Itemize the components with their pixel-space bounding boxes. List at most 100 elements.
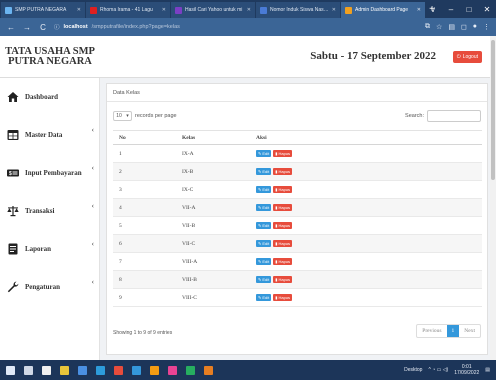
- pagination-current-page[interactable]: 1: [446, 325, 460, 337]
- column-header-kelas[interactable]: Kelas: [176, 130, 250, 145]
- search-input[interactable]: [427, 110, 481, 122]
- close-tab-icon[interactable]: ✕: [77, 7, 81, 13]
- trash-icon: ▮: [275, 151, 278, 156]
- windows-icon[interactable]: [6, 365, 15, 375]
- app-icon[interactable]: [168, 365, 177, 375]
- sidebar: Dashboard Master Data ‹ $ Input Pembayar…: [0, 78, 100, 360]
- close-tab-icon[interactable]: ✕: [332, 7, 336, 13]
- delete-button[interactable]: ▮ Hapus: [273, 258, 293, 265]
- edit-button[interactable]: ✎ Edit: [256, 276, 272, 283]
- app-icon[interactable]: [96, 365, 105, 375]
- sidebar-item-transaksi[interactable]: Transaksi ‹: [0, 192, 100, 230]
- delete-button[interactable]: ▮ Hapus: [273, 276, 293, 283]
- records-per-page-select[interactable]: 10 ▾: [113, 111, 132, 121]
- app-icon[interactable]: [150, 365, 159, 375]
- forward-icon[interactable]: →: [22, 23, 32, 32]
- delete-button[interactable]: ▮ Hapus: [273, 150, 293, 157]
- sidebar-item-pengaturan[interactable]: Pengaturan ‹: [0, 268, 100, 306]
- sidebar-item-input-pembayaran[interactable]: $ Input Pembayaran ‹: [0, 154, 100, 192]
- column-header-no[interactable]: No: [113, 130, 176, 145]
- delete-button[interactable]: ▮ Hapus: [273, 222, 293, 229]
- browser-tab[interactable]: Nomor Induk Siswa Nasional ✕: [256, 2, 340, 18]
- maximize-icon[interactable]: □: [460, 0, 478, 18]
- back-icon[interactable]: ←: [6, 23, 16, 32]
- browser-tab[interactable]: Rhoma Irama - 41 Lagu ✕: [86, 2, 170, 18]
- delete-button[interactable]: ▮ Hapus: [273, 240, 293, 247]
- table-row: 9 VIII-C ✎ Edit ▮ Hapus: [113, 288, 482, 307]
- notification-icon[interactable]: ▤: [485, 367, 490, 373]
- favicon-icon: [345, 6, 352, 14]
- trash-icon: ▮: [275, 223, 278, 228]
- scrollbar-thumb[interactable]: [491, 40, 495, 180]
- table-row: 7 VIII-A ✎ Edit ▮ Hapus: [113, 252, 482, 271]
- tab-search-icon[interactable]: v: [424, 0, 442, 18]
- profile-icon[interactable]: ●: [473, 23, 477, 31]
- cell-kelas: IX-A: [176, 144, 250, 163]
- edit-button[interactable]: ✎ Edit: [256, 186, 272, 193]
- site-info-icon[interactable]: ⓘ: [54, 23, 60, 31]
- side-panel-icon[interactable]: ◻: [461, 23, 467, 31]
- edit-button[interactable]: ✎ Edit: [256, 204, 272, 211]
- reading-list-icon[interactable]: ▤: [448, 23, 455, 31]
- edit-label: Edit: [262, 169, 270, 174]
- clock-date: 17/09/2022: [454, 370, 480, 376]
- share-icon[interactable]: ⧉: [425, 23, 430, 31]
- close-tab-icon[interactable]: ✕: [247, 7, 251, 13]
- reload-icon[interactable]: C: [38, 23, 48, 32]
- logout-button[interactable]: ⏻ Logout: [452, 51, 482, 63]
- records-per-page: 10 ▾ records per page: [113, 111, 177, 121]
- bookmark-star-icon[interactable]: ☆: [436, 23, 442, 31]
- delete-button[interactable]: ▮ Hapus: [273, 204, 293, 211]
- delete-button[interactable]: ▮ Hapus: [273, 294, 293, 301]
- url-field[interactable]: ⓘ localhost/smpputrafile/index.php?page=…: [54, 21, 419, 33]
- minimize-icon[interactable]: –: [442, 0, 460, 18]
- table-row: 4 VII-A ✎ Edit ▮ Hapus: [113, 198, 482, 217]
- page-scrollbar[interactable]: [490, 36, 496, 360]
- cell-aksi: ✎ Edit ▮ Hapus: [250, 288, 482, 307]
- edit-button[interactable]: ✎ Edit: [256, 258, 272, 265]
- app-icon[interactable]: [204, 365, 213, 375]
- close-tab-icon[interactable]: ✕: [417, 7, 421, 13]
- cell-aksi: ✎ Edit ▮ Hapus: [250, 216, 482, 235]
- close-tab-icon[interactable]: ✕: [162, 7, 166, 13]
- cell-no: 6: [113, 234, 176, 253]
- brand-line: PUTRA NEGARA: [8, 56, 92, 67]
- trash-icon: ▮: [275, 187, 278, 192]
- sidebar-item-dashboard[interactable]: Dashboard: [0, 78, 100, 116]
- tray-icons[interactable]: ^ ◔ ▭ ◁): [428, 367, 448, 373]
- browser-tab-active[interactable]: Admin Dashboard Page ✕: [341, 2, 425, 18]
- desktop-label[interactable]: Desktop: [404, 367, 422, 373]
- app-icon[interactable]: [114, 365, 123, 375]
- edit-button[interactable]: ✎ Edit: [256, 150, 272, 157]
- cell-kelas: VIII-A: [176, 252, 250, 271]
- menu-icon[interactable]: ⋮: [483, 23, 490, 31]
- app-icon[interactable]: [42, 365, 51, 375]
- delete-button[interactable]: ▮ Hapus: [273, 168, 293, 175]
- pagination-next[interactable]: Next: [459, 325, 480, 337]
- brand[interactable]: TATA USAHA SMP PUTRA NEGARA: [0, 36, 100, 78]
- close-window-icon[interactable]: ✕: [478, 0, 496, 18]
- sidebar-item-laporan[interactable]: Laporan ‹: [0, 230, 100, 268]
- pagination-previous[interactable]: Previous: [417, 325, 446, 337]
- search-icon[interactable]: [24, 365, 33, 375]
- browser-tab[interactable]: Hasil Cari Yahoo untuk mi ✕: [171, 2, 255, 18]
- edit-button[interactable]: ✎ Edit: [256, 240, 272, 247]
- app-icon[interactable]: [132, 365, 141, 375]
- edit-button[interactable]: ✎ Edit: [256, 168, 272, 175]
- browser-tab[interactable]: SMP PUTRA NEGARA ✕: [1, 2, 85, 18]
- pencil-icon: ✎: [258, 151, 262, 156]
- app-icon[interactable]: [186, 365, 195, 375]
- edit-button[interactable]: ✎ Edit: [256, 222, 272, 229]
- chevron-down-icon: ▾: [126, 113, 129, 119]
- cell-no: 2: [113, 162, 176, 181]
- delete-button[interactable]: ▮ Hapus: [273, 186, 293, 193]
- table-row: 8 VIII-B ✎ Edit ▮ Hapus: [113, 270, 482, 289]
- column-header-aksi[interactable]: Aksi: [250, 130, 482, 145]
- clock[interactable]: 0:01 17/09/2022: [454, 364, 479, 376]
- sidebar-item-master-data[interactable]: Master Data ‹: [0, 116, 100, 154]
- chrome-icon[interactable]: [60, 365, 69, 375]
- app-icon[interactable]: [78, 365, 87, 375]
- wrench-icon: [7, 281, 19, 293]
- delete-label: Hapus: [278, 241, 291, 246]
- edit-button[interactable]: ✎ Edit: [256, 294, 272, 301]
